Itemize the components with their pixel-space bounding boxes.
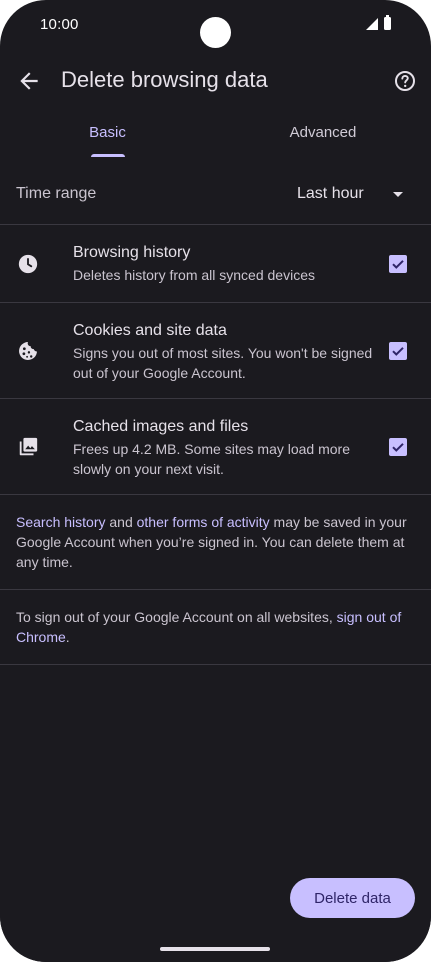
checkbox-cached-images[interactable] [389, 438, 407, 456]
signout-info-part: . [65, 629, 70, 645]
status-time: 10:00 [40, 16, 79, 33]
back-arrow-icon[interactable] [16, 68, 42, 94]
status-bar: 10:00 [0, 0, 431, 52]
signout-info-text: To sign out of your Google Account on al… [16, 607, 412, 647]
time-range-label: Time range [16, 185, 97, 202]
list-item-cookies[interactable]: Cookies and site data Signs you out of m… [0, 303, 431, 398]
list-item-cached-images[interactable]: Cached images and files Frees up 4.2 MB.… [0, 399, 431, 494]
dropdown-arrow-icon[interactable] [393, 192, 403, 197]
item-subtitle: Frees up 4.2 MB. Some sites may load mor… [73, 441, 350, 477]
signal-icon [366, 17, 378, 30]
delete-data-button[interactable]: Delete data [290, 878, 415, 918]
time-range-row[interactable]: Time range Last hour [0, 168, 431, 224]
signout-info-part: To sign out of your Google Account on al… [16, 609, 337, 625]
checkbox-cookies[interactable] [389, 342, 407, 360]
item-subtitle: Deletes history from all synced devices [73, 267, 315, 283]
navigation-handle[interactable] [160, 947, 270, 951]
status-icons [366, 15, 391, 30]
search-history-link[interactable]: Search history [16, 514, 105, 530]
activity-info-part: and [105, 514, 137, 530]
phone-screen: 10:00 Delete browsing data Basic Advance… [0, 0, 431, 962]
camera-cutout [200, 17, 231, 48]
help-icon[interactable] [393, 69, 417, 93]
item-title: Cached images and files [73, 418, 249, 435]
item-title: Cookies and site data [73, 322, 227, 339]
app-bar: Delete browsing data [0, 52, 431, 110]
tab-advanced-label: Advanced [289, 124, 357, 141]
divider [0, 664, 431, 665]
checkbox-browsing-history[interactable] [389, 255, 407, 273]
tab-advanced[interactable]: Advanced [215, 112, 431, 160]
clock-icon [18, 254, 38, 274]
tab-indicator [91, 154, 125, 157]
image-icon [19, 437, 38, 456]
item-title: Browsing history [73, 244, 191, 261]
list-item-browsing-history[interactable]: Browsing history Deletes history from al… [0, 225, 431, 302]
time-range-select[interactable]: Last hour [297, 185, 364, 203]
tab-bar: Basic Advanced [0, 112, 431, 160]
tab-basic-label: Basic [89, 124, 126, 141]
page-title: Delete browsing data [61, 67, 268, 92]
other-activity-link[interactable]: other forms of activity [137, 514, 270, 530]
cookie-icon [19, 342, 37, 360]
divider [0, 589, 431, 590]
item-subtitle: Signs you out of most sites. You won't b… [73, 345, 373, 381]
divider [0, 494, 431, 495]
tab-basic[interactable]: Basic [0, 112, 215, 160]
battery-icon [384, 15, 391, 30]
activity-info-text: Search history and other forms of activi… [16, 512, 412, 572]
